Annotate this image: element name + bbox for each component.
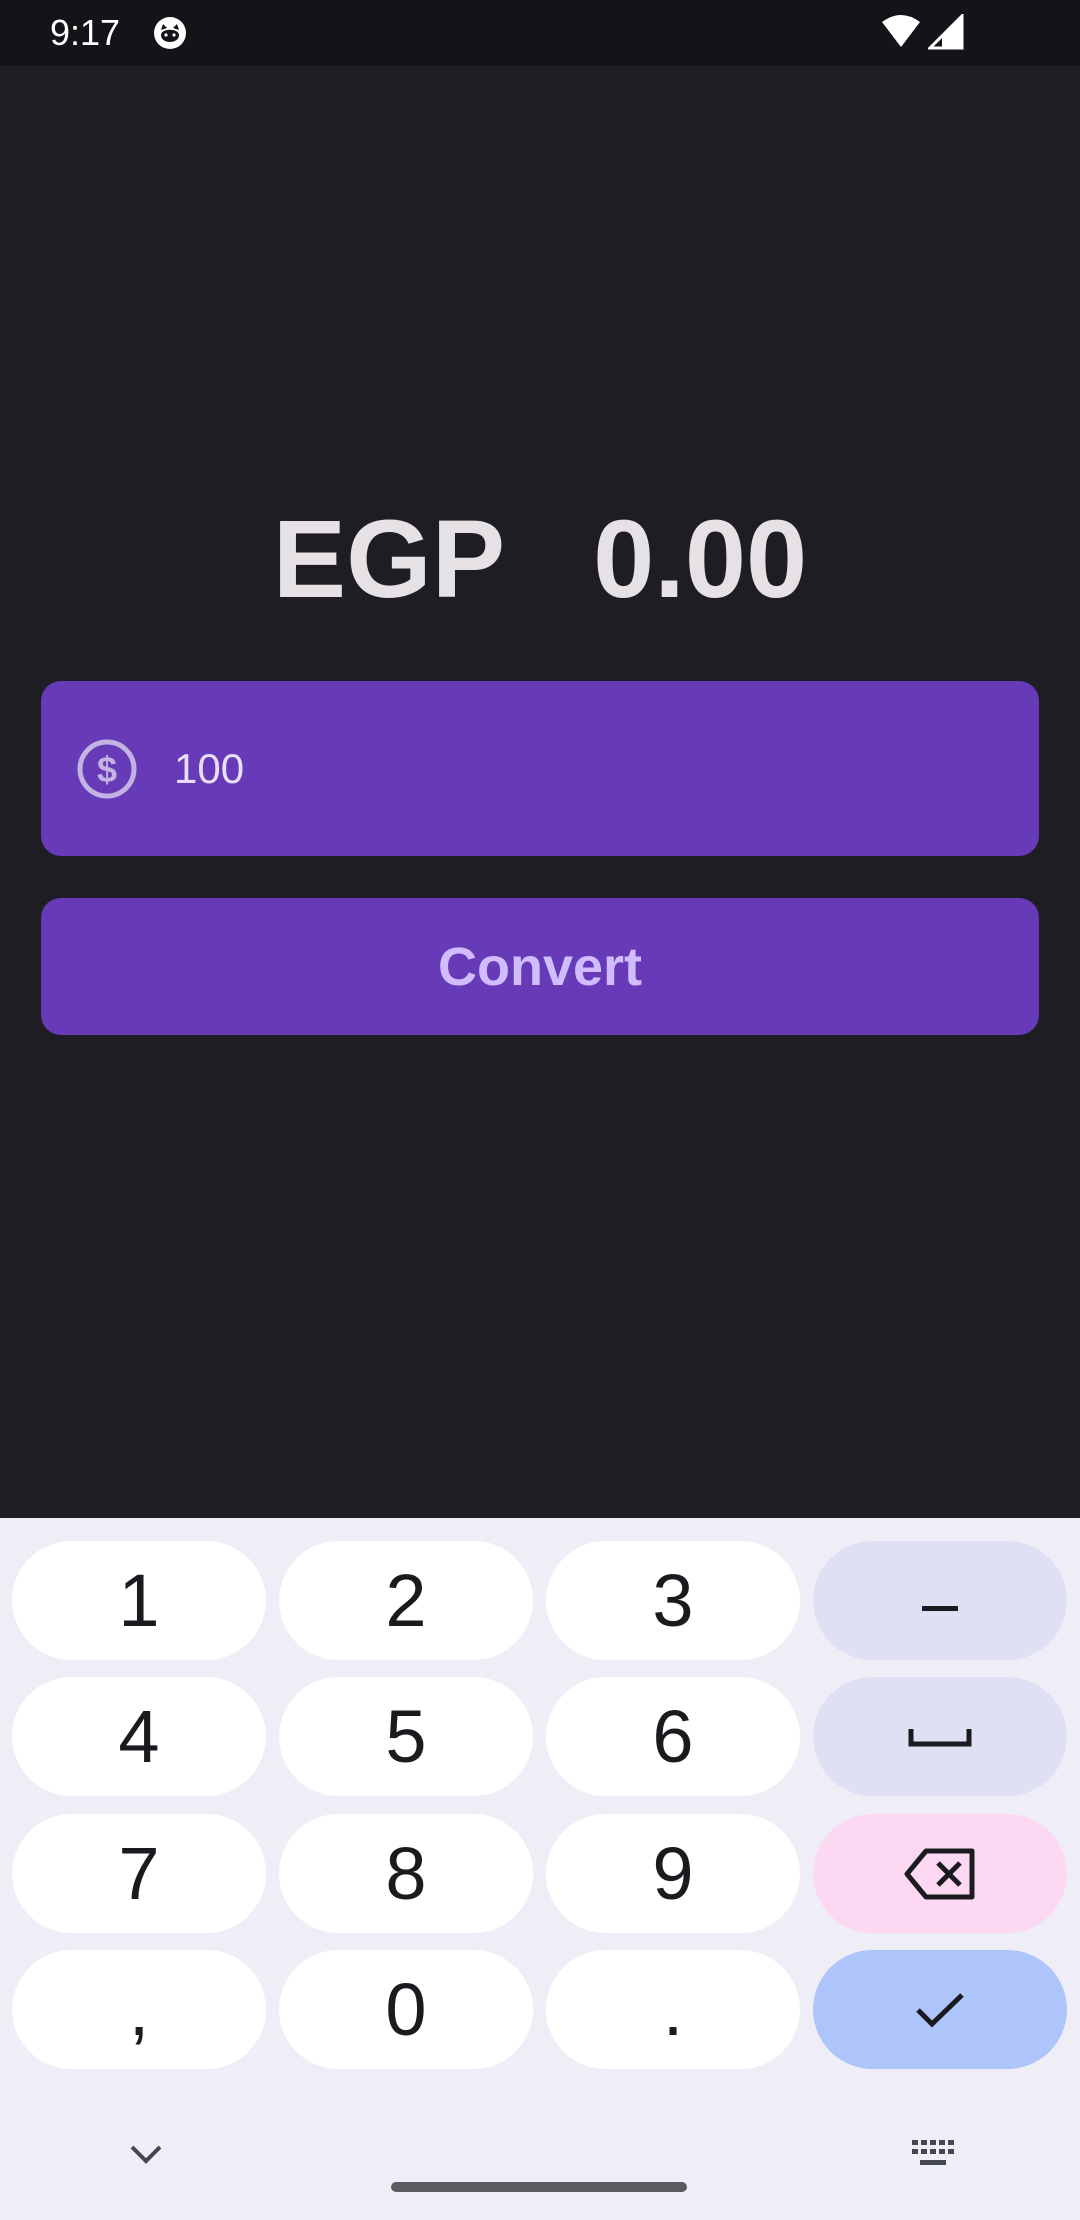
numeric-keyboard: 1 2 3 4 5 6 7 8 9 , 0 . xyxy=(0,1518,1080,2220)
status-bar: 9:17 xyxy=(0,0,1080,66)
keyboard-icon[interactable] xyxy=(910,2138,956,2170)
minus-key[interactable] xyxy=(813,1541,1067,1660)
result-amount: 0.00 xyxy=(593,498,808,621)
checkmark-icon xyxy=(916,1992,964,2028)
key-4[interactable]: 4 xyxy=(12,1677,266,1796)
key-comma[interactable]: , xyxy=(12,1950,266,2069)
key-5[interactable]: 5 xyxy=(279,1677,533,1796)
chevron-down-icon[interactable] xyxy=(128,2142,164,2166)
conversion-result: EGP 0.00 xyxy=(0,500,1080,620)
key-6[interactable]: 6 xyxy=(546,1677,800,1796)
space-key[interactable] xyxy=(813,1677,1067,1796)
cellular-signal-icon xyxy=(928,14,964,50)
minus-icon xyxy=(922,1605,958,1611)
result-currency: EGP xyxy=(272,498,506,621)
amount-input[interactable]: 100 xyxy=(174,741,244,797)
convert-button[interactable]: Convert xyxy=(41,898,1039,1035)
home-indicator[interactable] xyxy=(391,2182,687,2192)
status-time: 9:17 xyxy=(50,12,121,53)
backspace-icon xyxy=(904,1848,975,1899)
key-7[interactable]: 7 xyxy=(12,1814,266,1933)
done-key[interactable] xyxy=(813,1950,1067,2069)
key-period[interactable]: . xyxy=(546,1950,800,2069)
space-icon xyxy=(908,1728,972,1746)
backspace-key[interactable] xyxy=(813,1814,1067,1933)
cat-notification-icon xyxy=(154,17,186,49)
svg-text:$: $ xyxy=(97,749,117,790)
wifi-icon xyxy=(882,15,920,47)
dollar-circle-icon: $ xyxy=(77,739,137,799)
key-0[interactable]: 0 xyxy=(279,1950,533,2069)
key-9[interactable]: 9 xyxy=(546,1814,800,1933)
key-1[interactable]: 1 xyxy=(12,1541,266,1660)
key-3[interactable]: 3 xyxy=(546,1541,800,1660)
amount-input-field[interactable]: $ 100 xyxy=(41,681,1039,856)
key-8[interactable]: 8 xyxy=(279,1814,533,1933)
key-2[interactable]: 2 xyxy=(279,1541,533,1660)
